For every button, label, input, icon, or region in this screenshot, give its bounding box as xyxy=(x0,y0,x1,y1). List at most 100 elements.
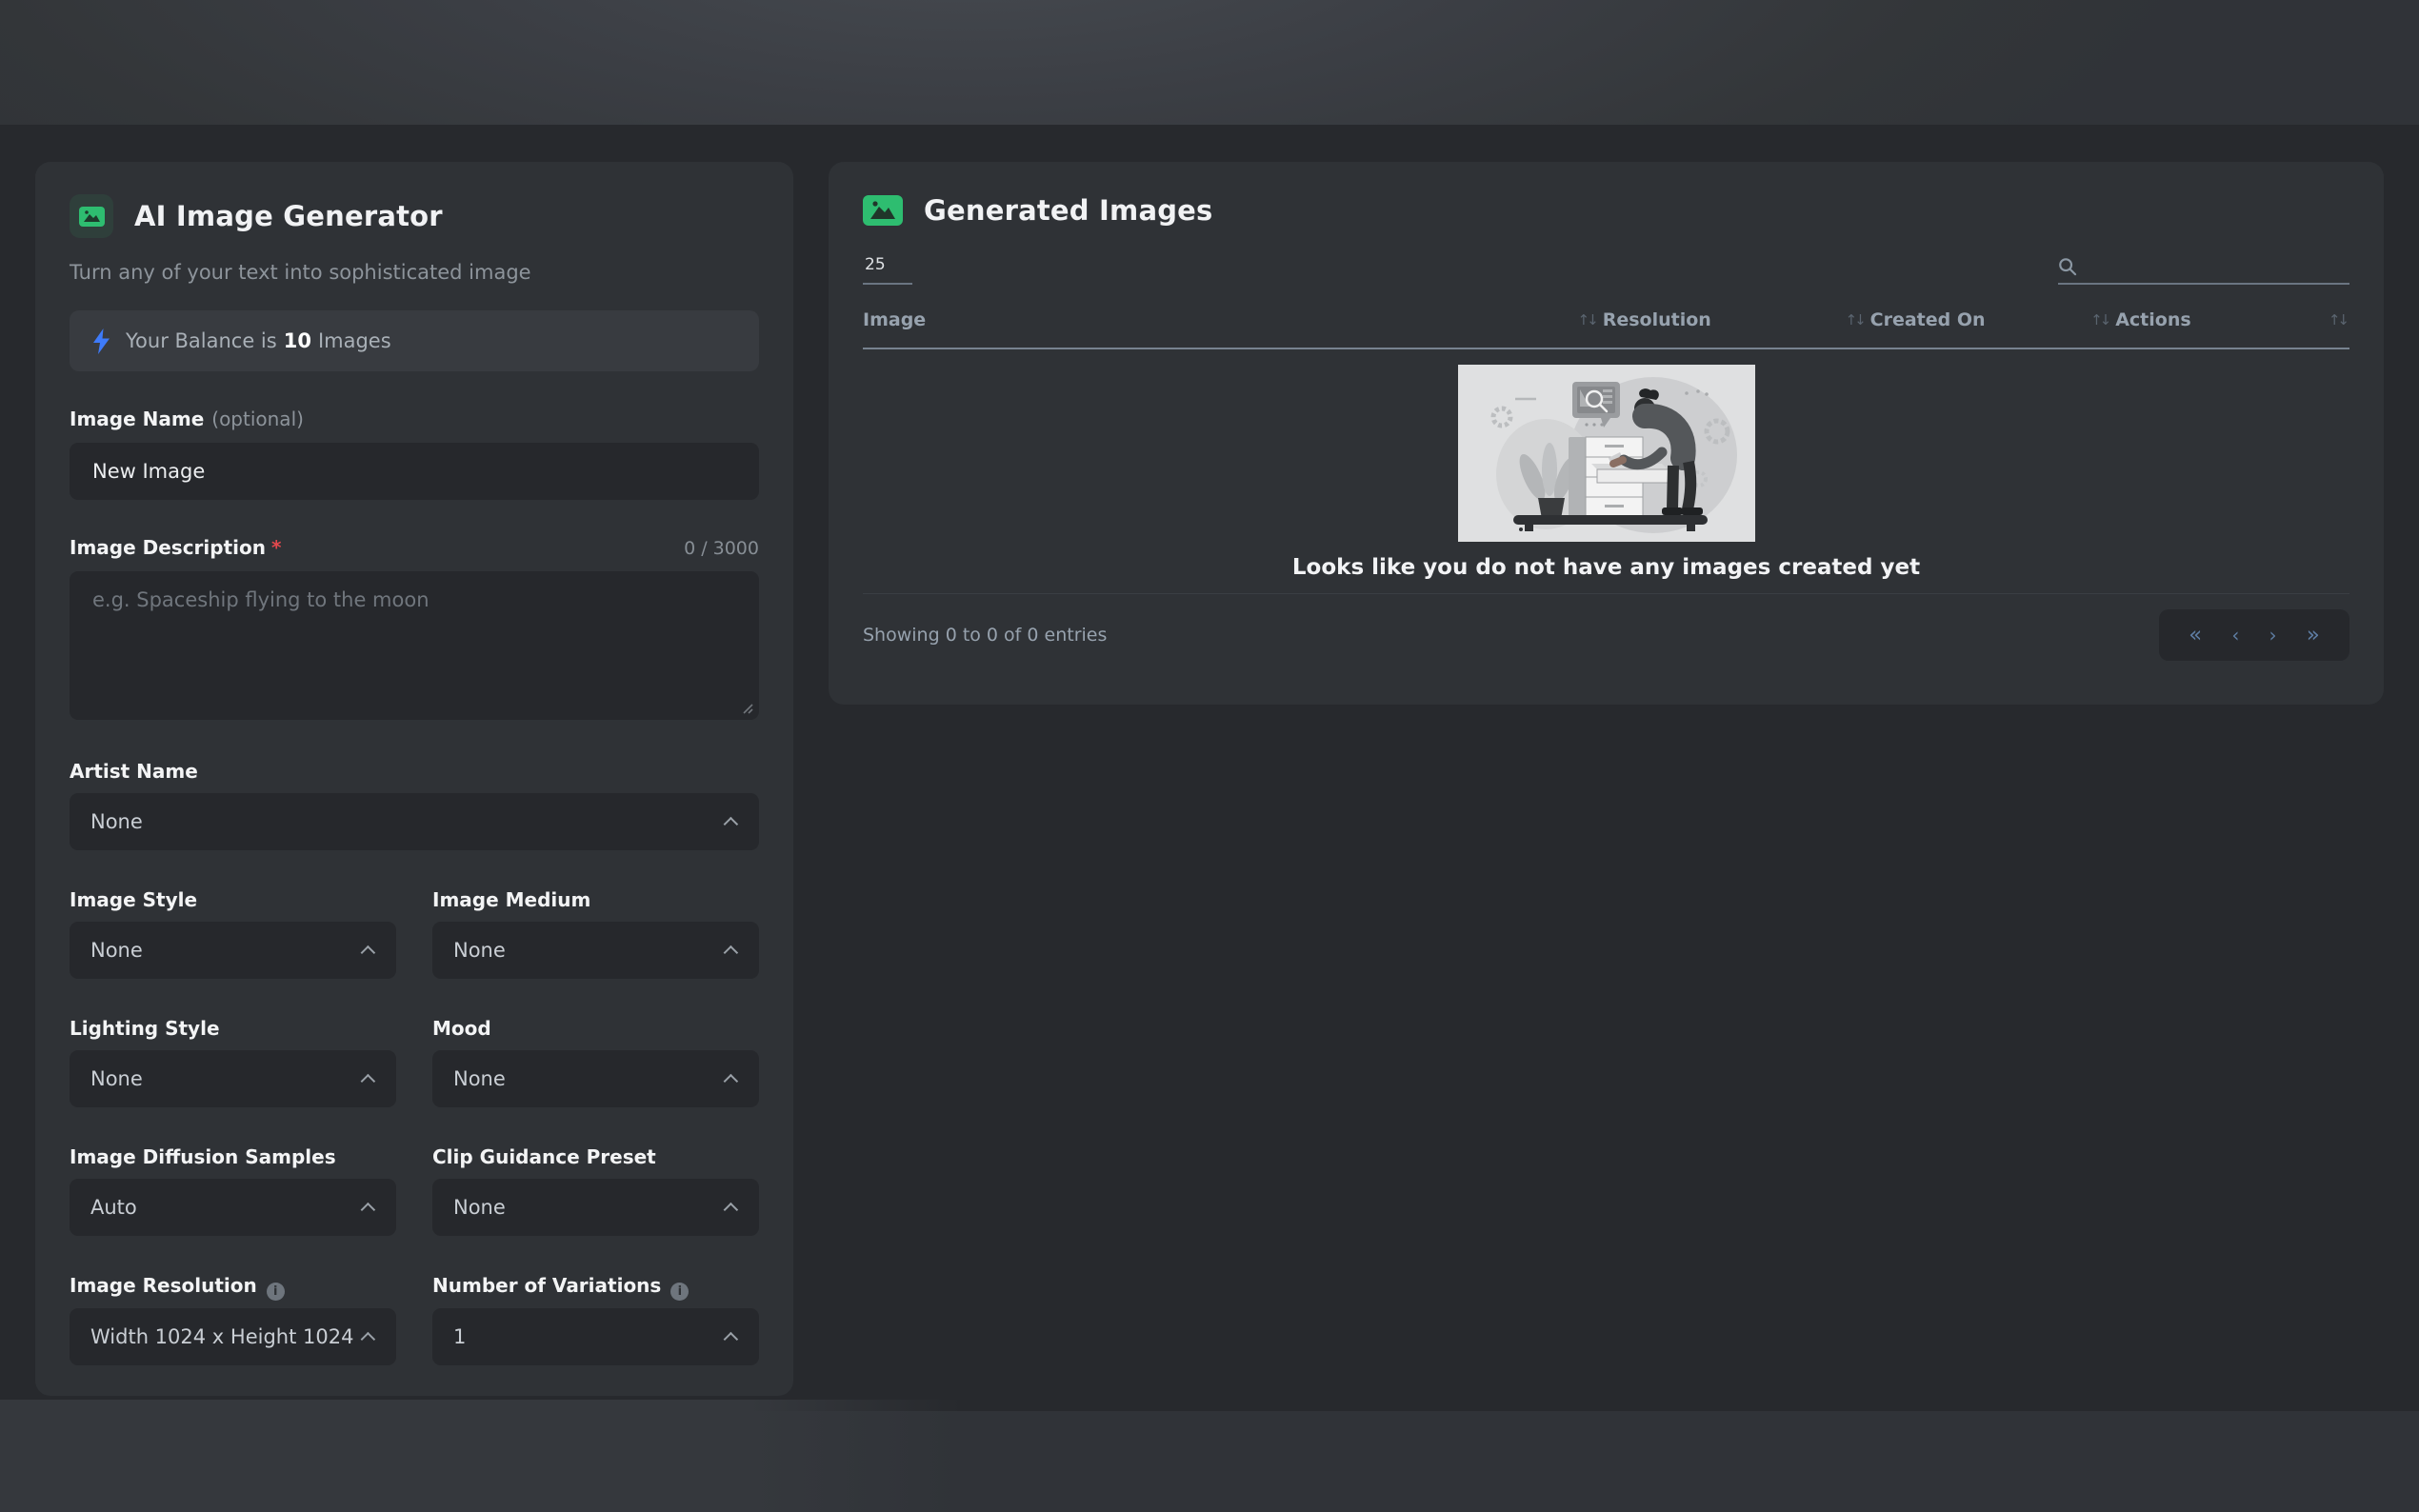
generator-header: AI Image Generator xyxy=(70,194,759,238)
variations-label: Number of Variations xyxy=(432,1274,662,1297)
chevron-up-icon xyxy=(723,1202,739,1217)
table-header: Image ↑↓ Resolution ↑↓ Created On ↑↓ Act… xyxy=(863,309,2349,349)
diffusion-samples-select[interactable]: Auto xyxy=(70,1179,396,1236)
first-page-button[interactable]: « xyxy=(2189,624,2202,647)
generator-subtitle: Turn any of your text into sophisticated… xyxy=(70,261,531,284)
balance-suffix: Images xyxy=(317,329,391,352)
mood-value: None xyxy=(453,1067,506,1090)
image-name-optional: (optional) xyxy=(211,408,304,430)
image-name-input[interactable] xyxy=(70,443,759,500)
char-counter: 0 / 3000 xyxy=(684,538,759,559)
next-page-button[interactable]: › xyxy=(2269,626,2277,645)
image-medium-value: None xyxy=(453,939,506,962)
generated-header: Generated Images xyxy=(863,194,2349,227)
prev-page-button[interactable]: ‹ xyxy=(2231,626,2239,645)
generated-title: Generated Images xyxy=(924,194,1213,227)
artist-name-value: None xyxy=(90,810,143,833)
image-medium-select[interactable]: None xyxy=(432,922,759,979)
info-icon[interactable]: i xyxy=(266,1283,285,1301)
chevron-up-icon xyxy=(360,945,376,960)
chevron-up-icon xyxy=(723,1073,739,1088)
diffusion-samples-value: Auto xyxy=(90,1196,137,1219)
empty-state-illustration xyxy=(1457,365,1755,542)
generator-title: AI Image Generator xyxy=(134,200,443,232)
image-style-select[interactable]: None xyxy=(70,922,396,979)
generated-images-panel: Generated Images 25 Image ↑↓ Resolution … xyxy=(829,162,2384,705)
image-icon xyxy=(863,195,903,226)
variations-select[interactable]: 1 xyxy=(432,1308,759,1365)
search-icon xyxy=(2059,258,2077,276)
variations-value: 1 xyxy=(453,1325,467,1348)
page-size-value: 25 xyxy=(865,255,886,274)
entries-summary: Showing 0 to 0 of 0 entries xyxy=(863,625,1108,646)
pagination: « ‹ › » xyxy=(2159,609,2349,661)
empty-state-text: Looks like you do not have any images cr… xyxy=(1291,555,1921,580)
resolution-variations-row: Image Resolution i Width 1024 x Height 10… xyxy=(70,1274,759,1365)
table-footer: Showing 0 to 0 of 0 entries « ‹ › » xyxy=(863,609,2349,661)
lightning-bolt-icon xyxy=(92,328,110,354)
ai-image-generator-panel: AI Image Generator Turn any of your text… xyxy=(35,162,793,1396)
image-description-textarea[interactable] xyxy=(70,571,759,720)
table-controls: 25 xyxy=(863,255,2349,285)
column-header-image[interactable]: Image ↑↓ xyxy=(863,309,1599,330)
image-description-label-row: Image Description * 0 / 3000 xyxy=(70,536,759,559)
chevron-up-icon xyxy=(360,1073,376,1088)
sort-icon[interactable]: ↑↓ xyxy=(1578,311,1599,328)
bottom-strip-left xyxy=(0,1400,962,1512)
column-label: Resolution xyxy=(1602,309,1711,330)
lighting-style-value: None xyxy=(90,1067,143,1090)
lighting-style-label: Lighting Style xyxy=(70,1017,220,1040)
chevron-up-icon xyxy=(360,1331,376,1346)
resize-handle-icon[interactable] xyxy=(740,701,753,714)
lighting-mood-row: Lighting Style None Mood None xyxy=(70,1017,759,1107)
chevron-up-icon xyxy=(723,816,739,831)
chevron-up-icon xyxy=(360,1202,376,1217)
image-name-label-row: Image Name (optional) xyxy=(70,408,759,430)
top-banner xyxy=(0,0,2419,125)
info-icon[interactable]: i xyxy=(670,1283,690,1301)
image-style-label: Image Style xyxy=(70,888,198,911)
page-size-select[interactable]: 25 xyxy=(863,255,912,285)
sort-icon[interactable]: ↑↓ xyxy=(2329,311,2349,328)
column-label: Image xyxy=(863,309,927,330)
image-style-value: None xyxy=(90,939,143,962)
clip-guidance-label: Clip Guidance Preset xyxy=(432,1145,656,1168)
image-resolution-value: Width 1024 x Height 1024 xyxy=(90,1325,354,1348)
balance-amount: 10 xyxy=(283,329,311,352)
chevron-up-icon xyxy=(723,945,739,960)
image-resolution-select[interactable]: Width 1024 x Height 1024 xyxy=(70,1308,396,1365)
artist-name-label: Artist Name xyxy=(70,760,198,783)
artist-name-select[interactable]: None xyxy=(70,793,759,850)
image-icon-tile xyxy=(70,194,113,238)
mood-select[interactable]: None xyxy=(432,1050,759,1107)
sort-icon[interactable]: ↑↓ xyxy=(2090,311,2111,328)
required-asterisk: * xyxy=(270,536,282,559)
column-header-created-on[interactable]: Created On ↑↓ xyxy=(1867,309,2112,330)
column-label: Created On xyxy=(1869,309,1986,330)
column-label: Actions xyxy=(2115,309,2191,330)
image-description-wrap xyxy=(70,571,759,720)
image-name-label: Image Name xyxy=(70,408,205,430)
chevron-up-icon xyxy=(723,1331,739,1346)
column-header-actions[interactable]: Actions ↑↓ xyxy=(2111,309,2349,330)
diffusion-clip-row: Image Diffusion Samples Auto Clip Guidan… xyxy=(70,1145,759,1236)
image-resolution-label: Image Resolution xyxy=(70,1274,257,1297)
image-medium-label: Image Medium xyxy=(432,888,591,911)
image-icon xyxy=(78,206,105,227)
style-medium-row: Image Style None Image Medium None xyxy=(70,888,759,979)
mood-label: Mood xyxy=(432,1017,491,1040)
search-box[interactable] xyxy=(2058,256,2349,285)
search-input[interactable] xyxy=(2086,256,2349,277)
balance-prefix: Your Balance is xyxy=(126,329,277,352)
clip-guidance-select[interactable]: None xyxy=(432,1179,759,1236)
clip-guidance-value: None xyxy=(453,1196,506,1219)
lighting-style-select[interactable]: None xyxy=(70,1050,396,1107)
diffusion-samples-label: Image Diffusion Samples xyxy=(70,1145,336,1168)
last-page-button[interactable]: » xyxy=(2307,624,2320,647)
column-header-resolution[interactable]: Resolution ↑↓ xyxy=(1599,309,1867,330)
sort-icon[interactable]: ↑↓ xyxy=(1846,311,1867,328)
artist-name-label-row: Artist Name xyxy=(70,760,759,783)
empty-state-row: Looks like you do not have any images cr… xyxy=(863,349,2349,594)
balance-box: Your Balance is 10 Images xyxy=(70,310,759,371)
image-description-label: Image Description xyxy=(70,536,266,559)
